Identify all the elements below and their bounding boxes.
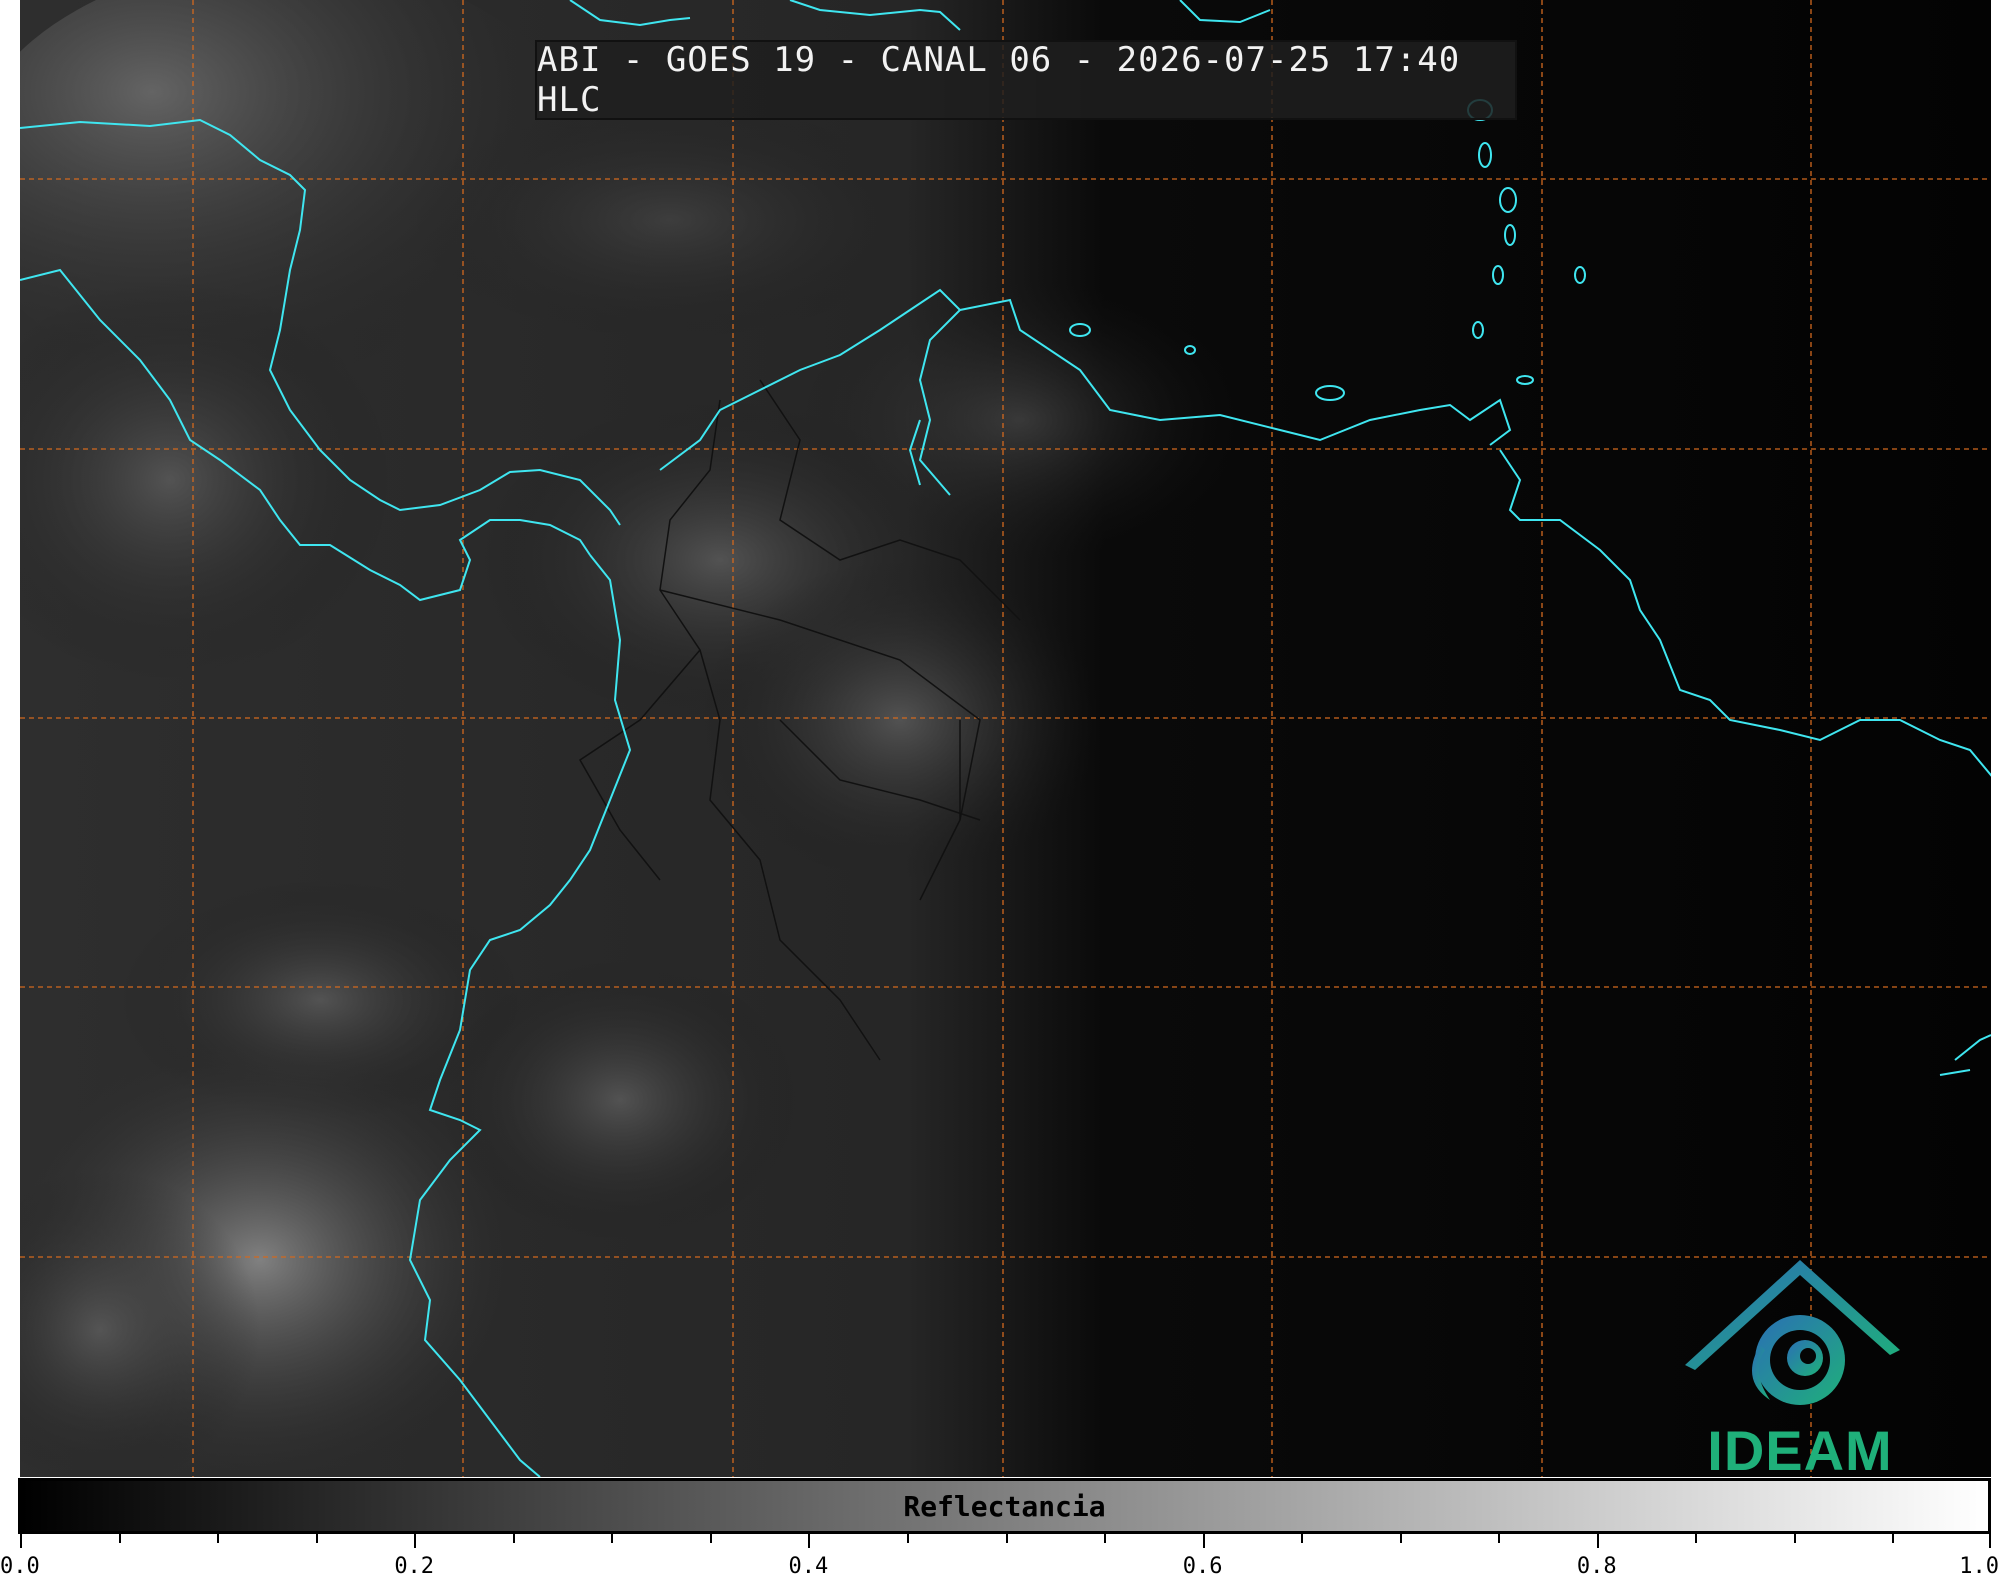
colorbar-minor-tick xyxy=(611,1534,614,1543)
colorbar-minor-tick xyxy=(118,1534,121,1543)
colorbar-label: Reflectancia xyxy=(903,1489,1106,1523)
colorbar-minor-tick xyxy=(906,1534,909,1543)
colorbar-minor-tick xyxy=(1399,1534,1402,1543)
ideam-logo-text: IDEAM xyxy=(1707,1419,1893,1477)
colorbar-major-tick xyxy=(20,1534,22,1548)
map-title: ABI - GOES 19 - CANAL 06 - 2026-07-25 17… xyxy=(537,40,1461,120)
colorbar-major-tick xyxy=(808,1534,811,1548)
colorbar-minor-tick xyxy=(1301,1534,1304,1543)
colorbar-axis: 0.0 0.2 0.4 0.6 0.8 1.0 xyxy=(0,1534,1999,1579)
colorbar-major-tick xyxy=(1202,1534,1205,1548)
colorbar-major-tick xyxy=(414,1534,417,1548)
colorbar-major-tick xyxy=(1596,1534,1599,1548)
colorbar-minor-tick xyxy=(1498,1534,1501,1543)
ideam-logo: IDEAM xyxy=(1680,1250,1920,1477)
colorbar-minor-tick xyxy=(1104,1534,1107,1543)
colorbar-tick-label: 0.0 xyxy=(0,1554,40,1579)
colorbar-minor-tick xyxy=(1695,1534,1698,1543)
colorbar-tick-label: 0.6 xyxy=(1182,1554,1223,1579)
colorbar-minor-tick xyxy=(512,1534,515,1543)
satellite-map: ABI - GOES 19 - CANAL 06 - 2026-07-25 17… xyxy=(20,0,1991,1477)
colorbar-tick-label: 0.8 xyxy=(1576,1554,1617,1579)
colorbar: Reflectancia xyxy=(18,1478,1991,1534)
colorbar-minor-tick xyxy=(1005,1534,1008,1543)
title-box: ABI - GOES 19 - CANAL 06 - 2026-07-25 17… xyxy=(535,40,1517,120)
colorbar-minor-tick xyxy=(709,1534,712,1543)
colorbar-minor-tick xyxy=(217,1534,220,1543)
colorbar-minor-tick xyxy=(315,1534,318,1543)
colorbar-major-tick xyxy=(1989,1534,1991,1548)
colorbar-tick-label: 0.4 xyxy=(788,1554,829,1579)
colorbar-minor-tick xyxy=(1892,1534,1895,1543)
colorbar-tick-label: 0.2 xyxy=(394,1554,435,1579)
colorbar-tick-label: 1.0 xyxy=(1959,1554,1999,1579)
colorbar-minor-tick xyxy=(1793,1534,1796,1543)
